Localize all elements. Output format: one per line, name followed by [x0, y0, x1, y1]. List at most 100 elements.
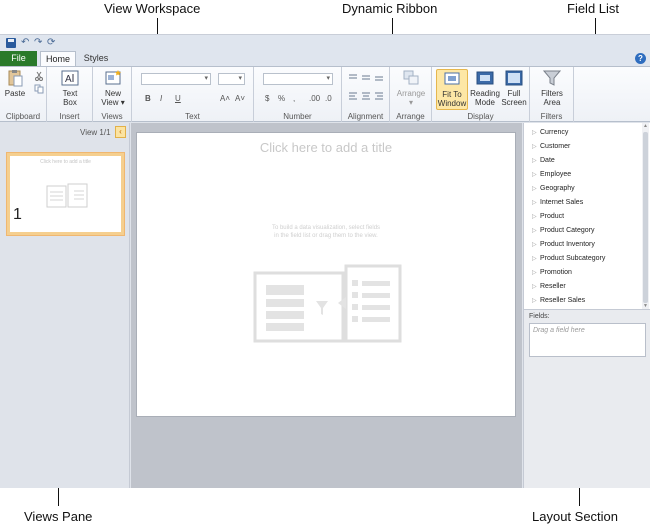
view-thumbnail-visual-icon — [46, 183, 88, 208]
redo-icon[interactable]: ↷ — [34, 37, 42, 49]
field-list-item-label: Reseller — [540, 283, 566, 290]
field-list-item-label: Product Category — [540, 227, 595, 234]
undo-icon[interactable]: ↶ — [21, 37, 29, 49]
field-list-item[interactable]: ▷ Currency — [532, 129, 568, 136]
field-list-item[interactable]: ▷ Reseller — [532, 283, 566, 290]
view-workspace: Click here to add a title To build a dat… — [131, 123, 522, 488]
field-list-item-label: Employee — [540, 171, 572, 178]
increase-decimal-button[interactable]: .00 — [309, 94, 320, 103]
shrink-font-button[interactable]: A˅ — [235, 94, 245, 103]
svg-text:A: A — [65, 74, 72, 85]
field-list-item[interactable]: ▷ Promotion — [532, 269, 572, 276]
reading-mode-icon — [476, 71, 494, 85]
group-clipboard: Paste Clipboard — [0, 67, 47, 122]
group-arrange: Arrange ▾ Arrange — [390, 67, 432, 122]
expand-icon: ▷ — [532, 242, 537, 248]
canvas-hint: To build a data visualization, select fi… — [137, 224, 515, 240]
field-list-item[interactable]: ▷ Reseller Sales — [532, 297, 585, 304]
group-label-text: Text — [185, 112, 200, 121]
field-list-item-label: Customer — [540, 143, 571, 150]
field-list-item-label: Geography — [540, 185, 575, 192]
align-text-icon[interactable] — [348, 92, 384, 101]
field-list-item[interactable]: ▷ Geography — [532, 185, 575, 192]
field-list-item-label: Product — [540, 213, 565, 220]
help-icon[interactable]: ? — [635, 53, 646, 64]
view-canvas[interactable]: Click here to add a title To build a dat… — [136, 132, 516, 417]
group-label-display: Display — [467, 112, 494, 121]
scroll-up-icon[interactable]: ▲ — [642, 123, 649, 129]
align-top-icon[interactable] — [348, 73, 384, 82]
build-visualization-icon — [253, 264, 402, 343]
layout-section: Fields: Drag a field here — [523, 309, 650, 488]
font-size-dropdown[interactable] — [218, 73, 245, 85]
view-thumbnail-number: 1 — [13, 206, 22, 223]
ribbon-tabs: File Home Styles ? — [0, 51, 650, 66]
group-label-alignment: Alignment — [347, 112, 384, 121]
comma-button[interactable]: , — [293, 94, 295, 103]
fields-drop-zone[interactable]: Drag a field here — [529, 323, 646, 357]
field-list-item[interactable]: ▷ Date — [532, 157, 555, 164]
number-format-dropdown[interactable] — [263, 73, 333, 85]
grow-font-button[interactable]: A˄ — [220, 94, 230, 103]
currency-button[interactable]: $ — [265, 94, 269, 103]
decrease-decimal-button[interactable]: .0 — [325, 94, 332, 103]
canvas-hint-line-1: To build a data visualization, select fi… — [271, 225, 381, 231]
italic-button[interactable]: I — [160, 94, 162, 103]
callout-dynamic-ribbon: Dynamic Ribbon — [342, 1, 438, 16]
callout-field-list: Field List — [567, 1, 620, 16]
reading-mode-label-1: Reading — [470, 89, 500, 98]
tab-styles[interactable]: Styles — [80, 51, 112, 66]
group-label-clipboard: Clipboard — [5, 112, 41, 121]
callout-view-workspace: View Workspace — [104, 1, 201, 16]
cut-icon[interactable] — [34, 71, 44, 81]
filters-area-button[interactable]: Filters Area — [537, 69, 567, 107]
collapse-views-pane-button[interactable]: ‹ — [115, 126, 126, 138]
group-text: B I U A˄ A˅ Text — [132, 67, 254, 122]
field-list-item[interactable]: ▷ Employee — [532, 171, 571, 178]
views-pane: View 1/1 ‹ Click here to add a title 1 — [0, 123, 130, 488]
percent-button[interactable]: % — [278, 94, 285, 103]
expand-icon: ▷ — [532, 172, 537, 178]
full-screen-icon — [505, 70, 523, 86]
fields-label: Fields: — [529, 313, 550, 320]
field-list-item[interactable]: ▷ Product Inventory — [532, 241, 595, 248]
view-thumbnail[interactable]: Click here to add a title 1 — [7, 153, 124, 235]
text-box-label-2: Box — [63, 98, 77, 107]
arrange-button[interactable]: Arrange ▾ — [396, 69, 426, 107]
reading-mode-button[interactable]: Reading Mode — [470, 69, 500, 107]
copy-icon[interactable] — [34, 84, 44, 94]
callout-views-pane: Views Pane — [24, 509, 93, 524]
paste-button[interactable]: Paste — [4, 69, 26, 98]
save-icon[interactable] — [6, 38, 16, 48]
field-list-scroll-thumb[interactable] — [643, 132, 648, 303]
title-placeholder[interactable]: Click here to add a title — [137, 140, 515, 155]
font-name-dropdown[interactable] — [141, 73, 211, 85]
tab-file[interactable]: File — [0, 51, 37, 66]
expand-icon: ▷ — [532, 270, 537, 276]
paste-icon — [8, 70, 23, 87]
expand-icon: ▷ — [532, 158, 537, 164]
field-list-item-label: Promotion — [540, 269, 572, 276]
group-alignment: Alignment — [342, 67, 390, 122]
underline-button[interactable]: U — [175, 94, 181, 103]
field-list-item[interactable]: ▷ Product — [532, 213, 564, 220]
group-label-insert: Insert — [59, 112, 80, 121]
refresh-icon[interactable]: ⟳ — [47, 37, 55, 49]
bold-button[interactable]: B — [145, 94, 151, 103]
full-screen-button[interactable]: Full Screen — [500, 69, 528, 107]
paste-label: Paste — [4, 89, 26, 98]
group-number: $ % , .00 .0 Number — [254, 67, 342, 122]
field-list-item[interactable]: ▷ Product Subcategory — [532, 255, 605, 262]
tab-home[interactable]: Home — [40, 51, 76, 66]
field-list-item[interactable]: ▷ Customer — [532, 143, 570, 150]
fit-to-window-button[interactable]: Fit To Window — [436, 69, 468, 110]
field-list-item[interactable]: ▷ Internet Sales — [532, 199, 583, 206]
text-box-button[interactable]: A Text Box — [57, 69, 83, 107]
expand-icon: ▷ — [532, 144, 537, 150]
new-view-button[interactable]: New View ▾ — [98, 69, 128, 107]
canvas-hint-line-2: in the field list or drag them to the vi… — [274, 233, 378, 239]
group-views: New View ▾ Views — [93, 67, 132, 122]
field-list-item[interactable]: ▷ Product Category — [532, 227, 594, 234]
new-view-icon — [105, 70, 121, 85]
view-counter: View 1/1 — [80, 128, 111, 137]
